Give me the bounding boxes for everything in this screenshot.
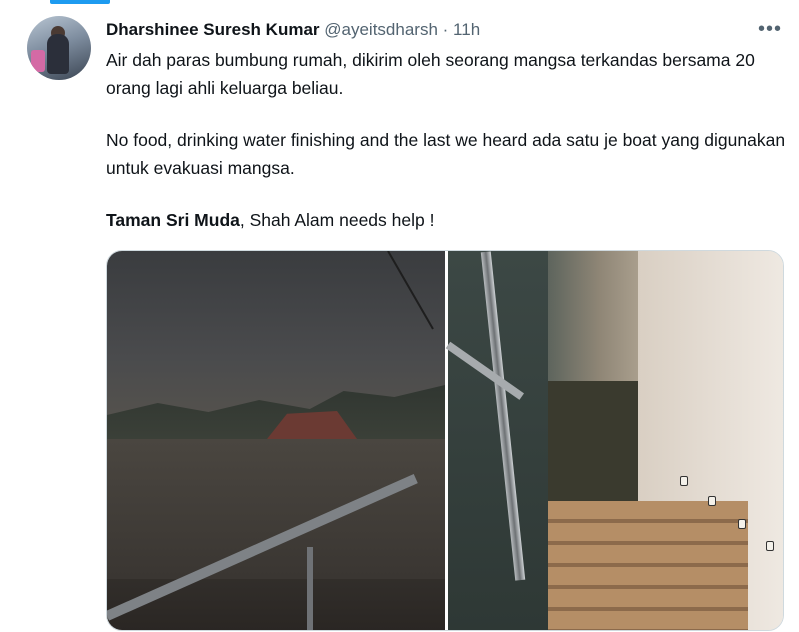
author-handle[interactable]: @ayeitsdharsh xyxy=(324,20,438,39)
flood-rooftops-photo[interactable] xyxy=(107,251,445,630)
wall-light xyxy=(680,476,688,486)
wall-light xyxy=(708,496,716,506)
tweet-paragraph: Air dah paras bumbung rumah, dikirim ole… xyxy=(106,50,755,98)
location-name: Taman Sri Muda xyxy=(106,210,240,230)
author-name[interactable]: Dharshinee Suresh Kumar xyxy=(106,20,320,39)
separator: · xyxy=(442,20,449,39)
tweet-timestamp[interactable]: 11h xyxy=(453,20,480,39)
photo-detail xyxy=(548,501,748,630)
tweet-header: Dharshinee Suresh Kumar @ayeitsdharsh · … xyxy=(106,20,480,40)
tweet-text: Air dah paras bumbung rumah, dikirim ole… xyxy=(106,46,786,234)
tweet-paragraph: No food, drinking water finishing and th… xyxy=(106,130,786,178)
flooded-staircase-photo[interactable] xyxy=(445,251,783,630)
wall-light xyxy=(738,519,746,529)
avatar-detail xyxy=(31,50,45,72)
avatar[interactable] xyxy=(27,16,91,80)
avatar-detail xyxy=(47,34,69,74)
top-bar xyxy=(0,0,799,6)
photo-detail xyxy=(307,547,313,630)
tweet-media xyxy=(106,250,784,631)
photo-detail xyxy=(107,439,445,579)
photo-detail xyxy=(387,251,434,330)
wall-light xyxy=(766,541,774,551)
tweet-paragraph-rest: , Shah Alam needs help ! xyxy=(239,210,435,230)
photo-detail xyxy=(448,251,548,630)
more-options-icon[interactable]: ••• xyxy=(758,18,782,41)
tweet-paragraph: Taman Sri Muda, Shah Alam needs help ! xyxy=(106,206,786,234)
active-tab-indicator xyxy=(50,0,110,4)
